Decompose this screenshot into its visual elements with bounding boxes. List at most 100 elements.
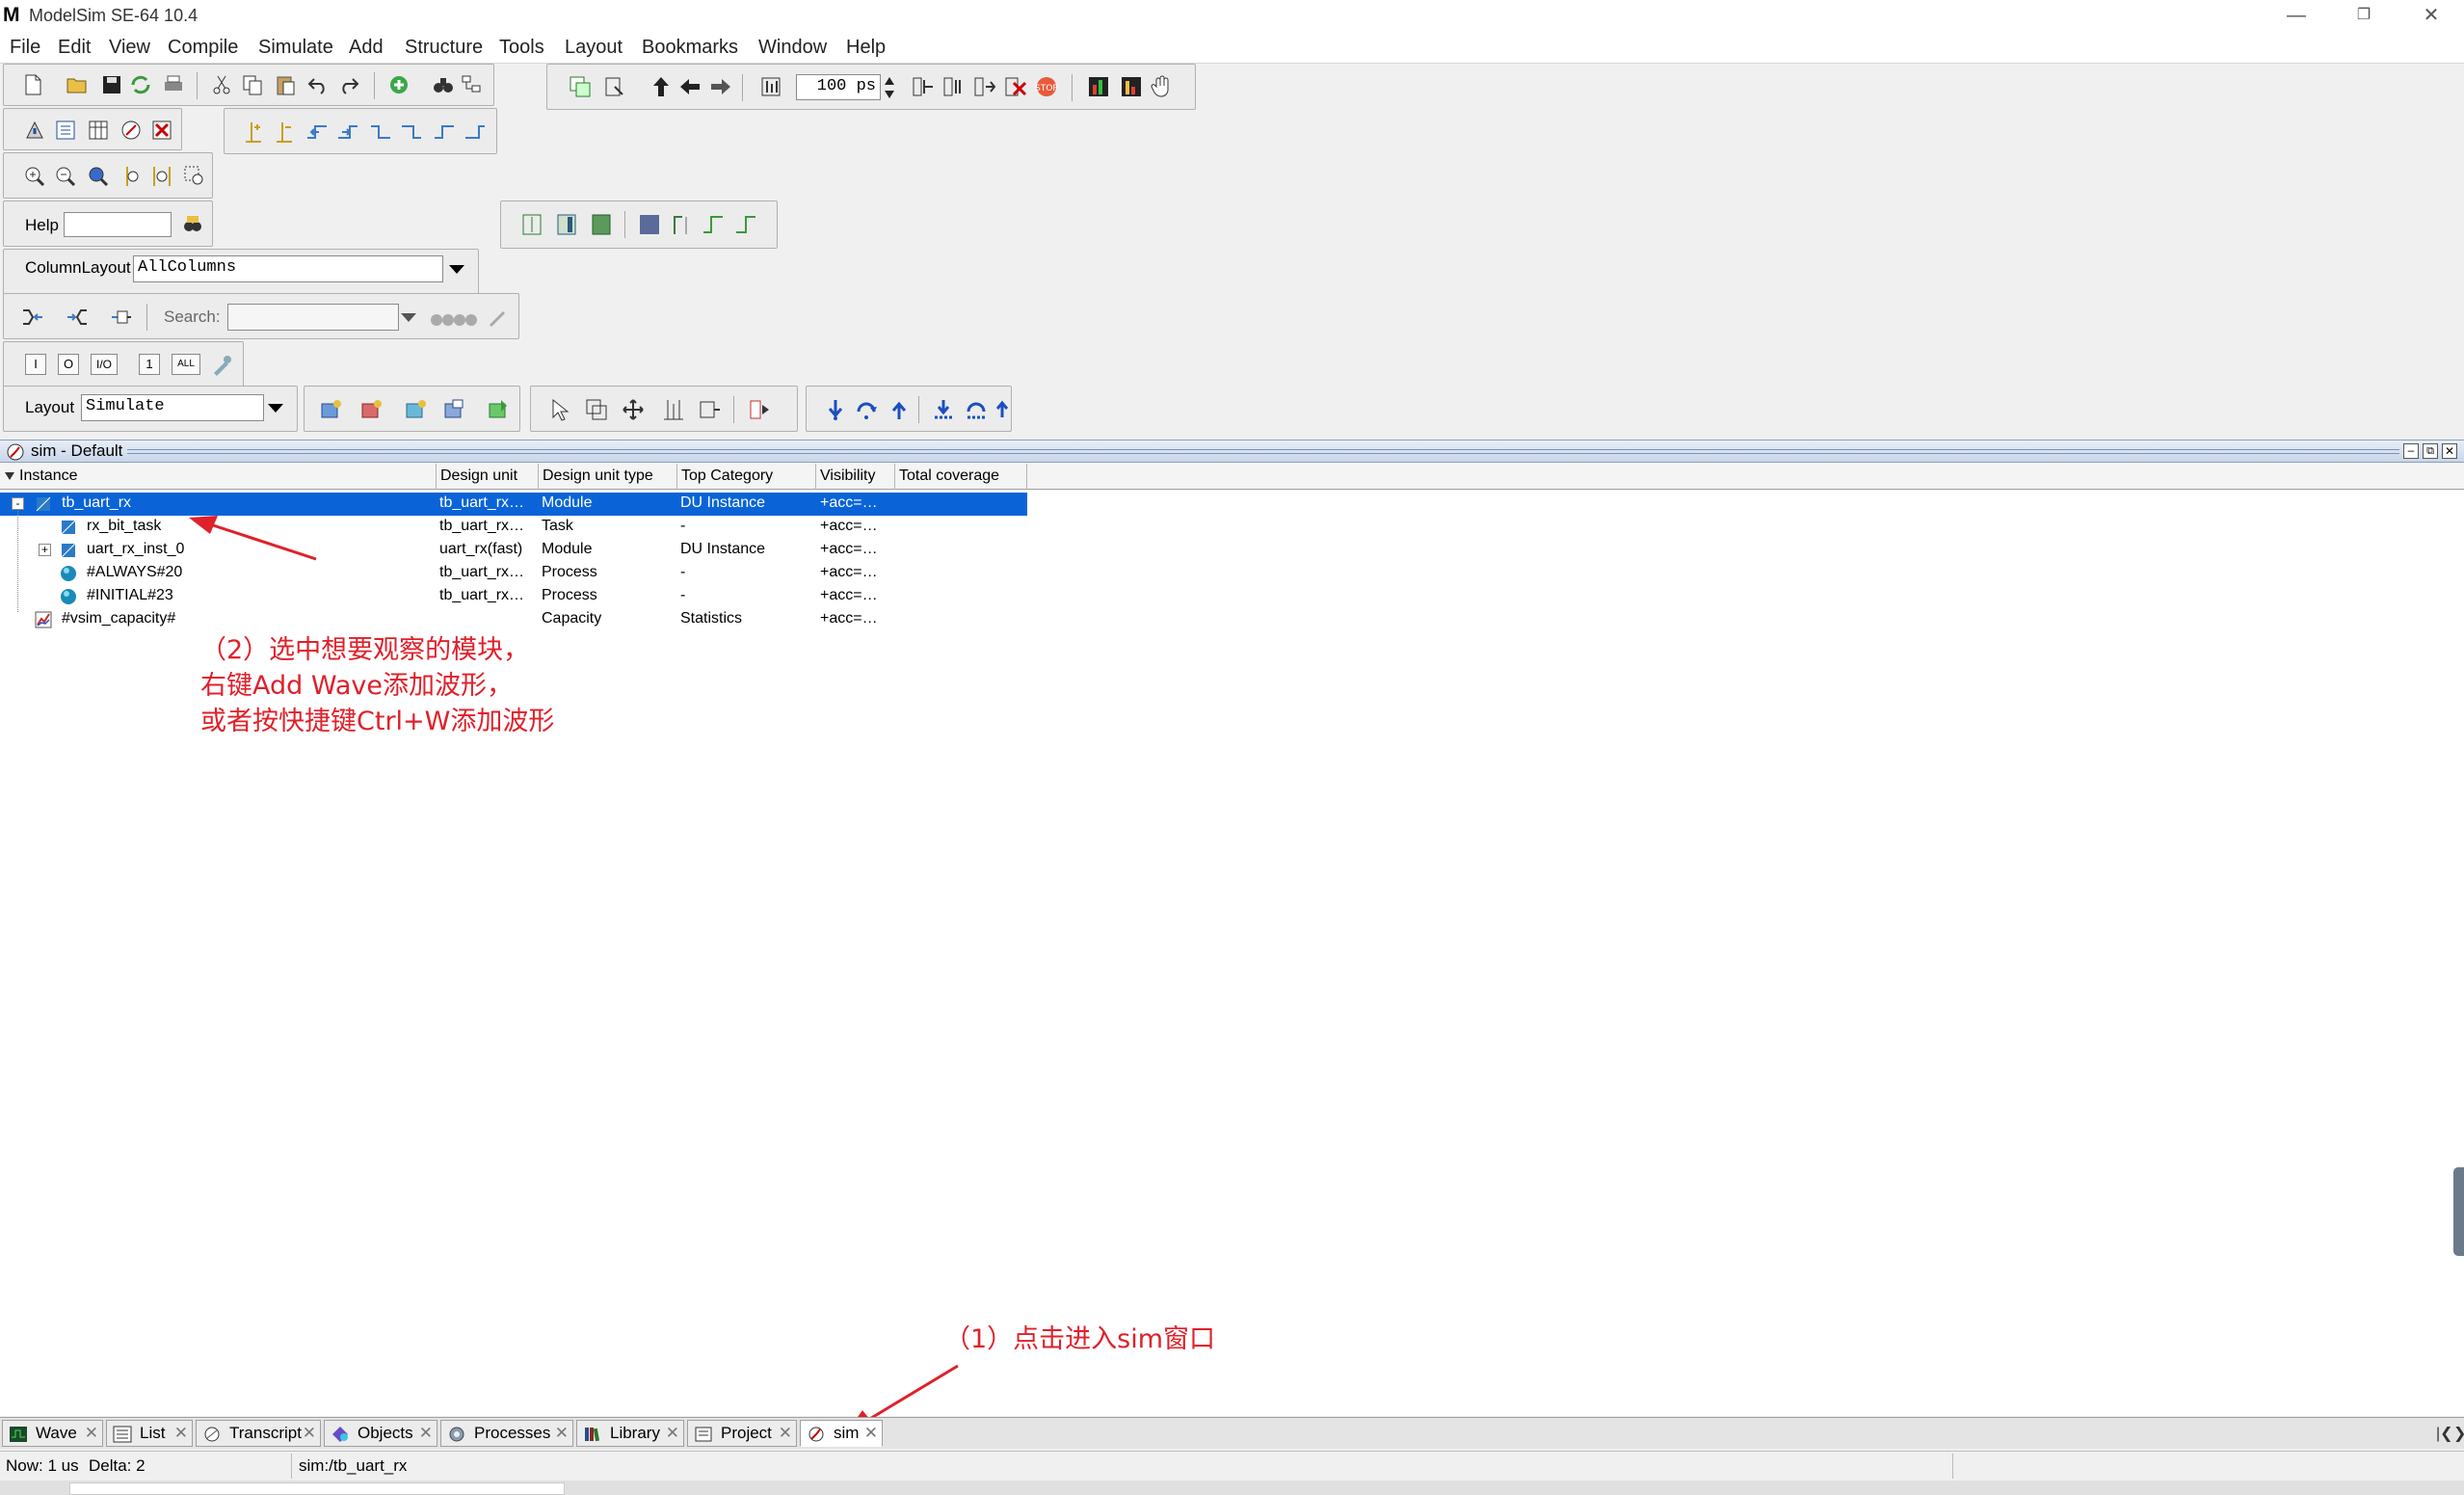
print-icon[interactable] [162, 73, 185, 96]
menu-structure[interactable]: Structure [405, 37, 483, 59]
col-visibility[interactable]: Visibility [816, 464, 895, 490]
menu-edit[interactable]: Edit [58, 37, 91, 59]
col-instance[interactable]: Instance [0, 464, 437, 490]
tab-transcript[interactable]: Transcript✕ [196, 1420, 321, 1447]
wave-event-icon[interactable] [590, 213, 613, 236]
reload-icon[interactable] [129, 73, 152, 96]
tab-scroll-left-icon[interactable]: |❮ [2436, 1424, 2453, 1443]
pane-minimize-button[interactable]: – [2403, 443, 2419, 459]
close-tab-icon[interactable]: ✕ [303, 1421, 316, 1446]
menu-compile[interactable]: Compile [168, 37, 238, 59]
run-length-input[interactable]: 100 ps [796, 74, 881, 100]
close-tab-icon[interactable]: ✕ [666, 1421, 679, 1446]
minimize-button[interactable]: — [2263, 0, 2330, 33]
menu-file[interactable]: File [10, 37, 40, 59]
wave-rise2-icon[interactable] [734, 213, 757, 236]
restart-icon[interactable] [569, 75, 592, 98]
radix-all-icon[interactable]: ALL [172, 354, 200, 375]
radix-internal-icon[interactable]: 1 [139, 354, 160, 375]
add-circle-icon[interactable] [387, 73, 411, 96]
expand-toggle[interactable]: + [39, 544, 51, 556]
zoom-cursors-icon[interactable] [150, 165, 173, 188]
close-tab-icon[interactable]: ✕ [174, 1421, 188, 1446]
up-arrow-icon[interactable] [649, 75, 673, 98]
prev-falling-icon[interactable] [369, 120, 392, 144]
menu-tools[interactable]: Tools [499, 37, 544, 59]
new-file-icon[interactable] [21, 73, 44, 96]
radix-in-icon[interactable]: I [25, 354, 46, 375]
wave-logic-icon[interactable] [555, 213, 578, 236]
col-design-unit-type[interactable]: Design unit type [539, 464, 677, 490]
tree-row-tb-uart-rx[interactable]: - tb_uart_rx tb_uart_rx… Module DU Insta… [0, 493, 1027, 516]
wave-grid-icon[interactable] [638, 213, 661, 236]
tab-wave[interactable]: Wave✕ [2, 1420, 103, 1447]
add-dataflow-icon[interactable] [443, 398, 466, 421]
search-options-icon[interactable] [486, 306, 509, 329]
tab-list[interactable]: List✕ [106, 1420, 193, 1447]
simulate-icon[interactable] [87, 119, 110, 142]
step-back-icon[interactable] [21, 306, 44, 329]
trace-icon[interactable] [110, 306, 133, 329]
tab-project[interactable]: Project✕ [687, 1420, 797, 1447]
tree-row-vsim-capacity[interactable]: #vsim_capacity# Capacity Statistics +acc… [0, 608, 1027, 631]
step-over-all-icon[interactable] [965, 398, 988, 421]
column-layout-select[interactable]: AllColumns [133, 255, 443, 282]
next-falling-icon[interactable] [400, 120, 423, 144]
copy-icon[interactable] [241, 73, 264, 96]
prev-rising-icon[interactable] [433, 120, 456, 144]
compile-all-icon[interactable] [54, 119, 77, 142]
prev-edge-icon[interactable] [305, 120, 329, 144]
layout-dropdown-icon[interactable] [268, 404, 283, 413]
save-icon[interactable] [100, 73, 123, 96]
step-over-icon[interactable] [855, 398, 878, 421]
pan-icon[interactable] [622, 398, 645, 421]
col-design-unit[interactable]: Design unit [437, 464, 539, 490]
performance-icon[interactable] [1087, 75, 1110, 98]
radix-out-icon[interactable]: O [58, 354, 79, 375]
step-into-all-icon[interactable] [932, 398, 955, 421]
column-layout-dropdown-icon[interactable] [449, 265, 464, 274]
select-pointer-icon[interactable] [548, 398, 571, 421]
help-search-icon[interactable] [181, 213, 204, 236]
add-memory-icon[interactable] [488, 398, 511, 421]
find-binoculars-icon[interactable] [432, 73, 455, 96]
wave-literal-icon[interactable] [520, 213, 543, 236]
compile-icon[interactable] [23, 119, 46, 142]
radix-inout-icon[interactable]: I/O [91, 354, 118, 375]
step-out-icon[interactable] [888, 398, 911, 421]
menu-layout[interactable]: Layout [565, 37, 623, 59]
break-simulation-icon[interactable] [150, 119, 173, 142]
close-tab-icon[interactable]: ✕ [555, 1421, 569, 1446]
tree-row-uart-rx-inst-0[interactable]: + uart_rx_inst_0 uart_rx(fast) Module DU… [0, 539, 1027, 562]
wave-rise-icon[interactable] [702, 213, 725, 236]
break-icon[interactable] [603, 75, 626, 98]
zoom-select-icon[interactable] [585, 398, 608, 421]
tab-library[interactable]: Library✕ [576, 1420, 684, 1447]
zoom-area-icon[interactable] [183, 165, 206, 188]
schematic-trace-icon[interactable] [749, 398, 772, 421]
tab-sim[interactable]: sim✕ [800, 1420, 883, 1447]
zoom-cursor-icon[interactable] [119, 165, 143, 188]
close-tab-icon[interactable]: ✕ [864, 1421, 878, 1446]
col-top-category[interactable]: Top Category [677, 464, 816, 490]
zoom-out-icon[interactable] [54, 165, 77, 188]
close-tab-icon[interactable]: ✕ [779, 1421, 792, 1446]
structure-icon[interactable] [461, 73, 484, 96]
memory-profile-icon[interactable] [1120, 75, 1143, 98]
layout-select[interactable]: Simulate [81, 394, 264, 421]
pane-drag-handle[interactable] [127, 449, 2399, 454]
spinner-icon[interactable] [883, 74, 896, 101]
menu-window[interactable]: Window [758, 37, 827, 59]
menu-bookmarks[interactable]: Bookmarks [642, 37, 738, 59]
close-tab-icon[interactable]: ✕ [85, 1421, 98, 1446]
delete-cursor-icon[interactable] [273, 120, 296, 144]
tab-scroll-right-icon[interactable]: ❯ [2453, 1424, 2464, 1443]
tree-row-initial-23[interactable]: #INITIAL#23 tb_uart_rx… Process - +acc=… [0, 585, 1027, 608]
close-button[interactable]: ✕ [2398, 0, 2464, 33]
pane-undock-button[interactable]: ⧉ [2423, 443, 2438, 459]
tab-processes[interactable]: Processes✕ [440, 1420, 573, 1447]
run-length-icon[interactable] [759, 75, 782, 98]
side-scroll-handle[interactable] [2453, 1167, 2464, 1256]
cut-icon[interactable] [210, 73, 233, 96]
radix-filter-icon[interactable] [210, 354, 233, 377]
